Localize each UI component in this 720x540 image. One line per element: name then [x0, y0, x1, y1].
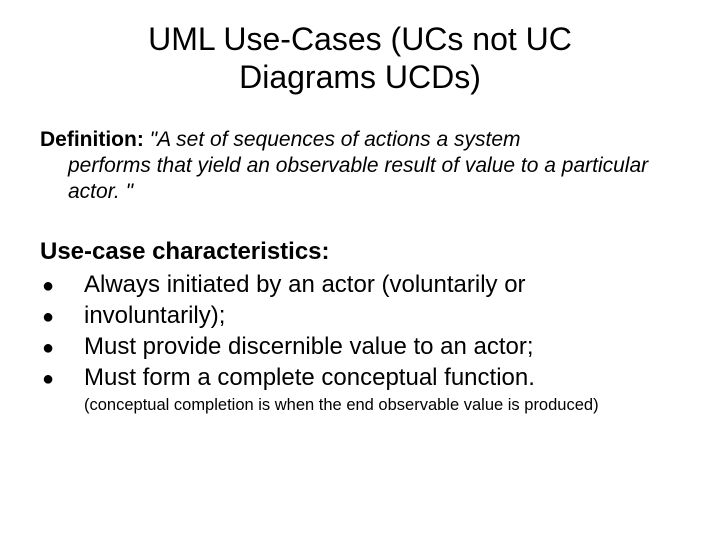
list-item: ● Must form a complete conceptual functi… — [40, 362, 680, 393]
characteristics-label: Use-case characteristics: — [40, 236, 680, 267]
definition-text-first: "A set of sequences of actions a system — [150, 128, 521, 151]
list-item-text: Must form a complete conceptual function… — [84, 362, 680, 393]
list-item-text: Must provide discernible value to an act… — [84, 331, 680, 362]
list-item-text: Always initiated by an actor (voluntaril… — [84, 269, 680, 300]
definition-text-rest: performs that yield an observable result… — [68, 153, 680, 206]
bullet-icon: ● — [40, 366, 84, 392]
bullet-icon: ● — [40, 304, 84, 330]
list-item-text: involuntarily); — [84, 300, 680, 331]
bullet-icon: ● — [40, 335, 84, 361]
list-item: ● Must provide discernible value to an a… — [40, 331, 680, 362]
footnote: (conceptual completion is when the end o… — [84, 395, 680, 416]
definition-block: Definition: "A set of sequences of actio… — [40, 127, 680, 206]
slide-title: UML Use-Cases (UCs not UC Diagrams UCDs) — [80, 20, 640, 97]
definition-label: Definition: — [40, 128, 150, 151]
list-item: ● involuntarily); — [40, 300, 680, 331]
bullet-icon: ● — [40, 273, 84, 299]
list-item: ● Always initiated by an actor (voluntar… — [40, 269, 680, 300]
characteristics-block: Use-case characteristics: ● Always initi… — [40, 236, 680, 417]
